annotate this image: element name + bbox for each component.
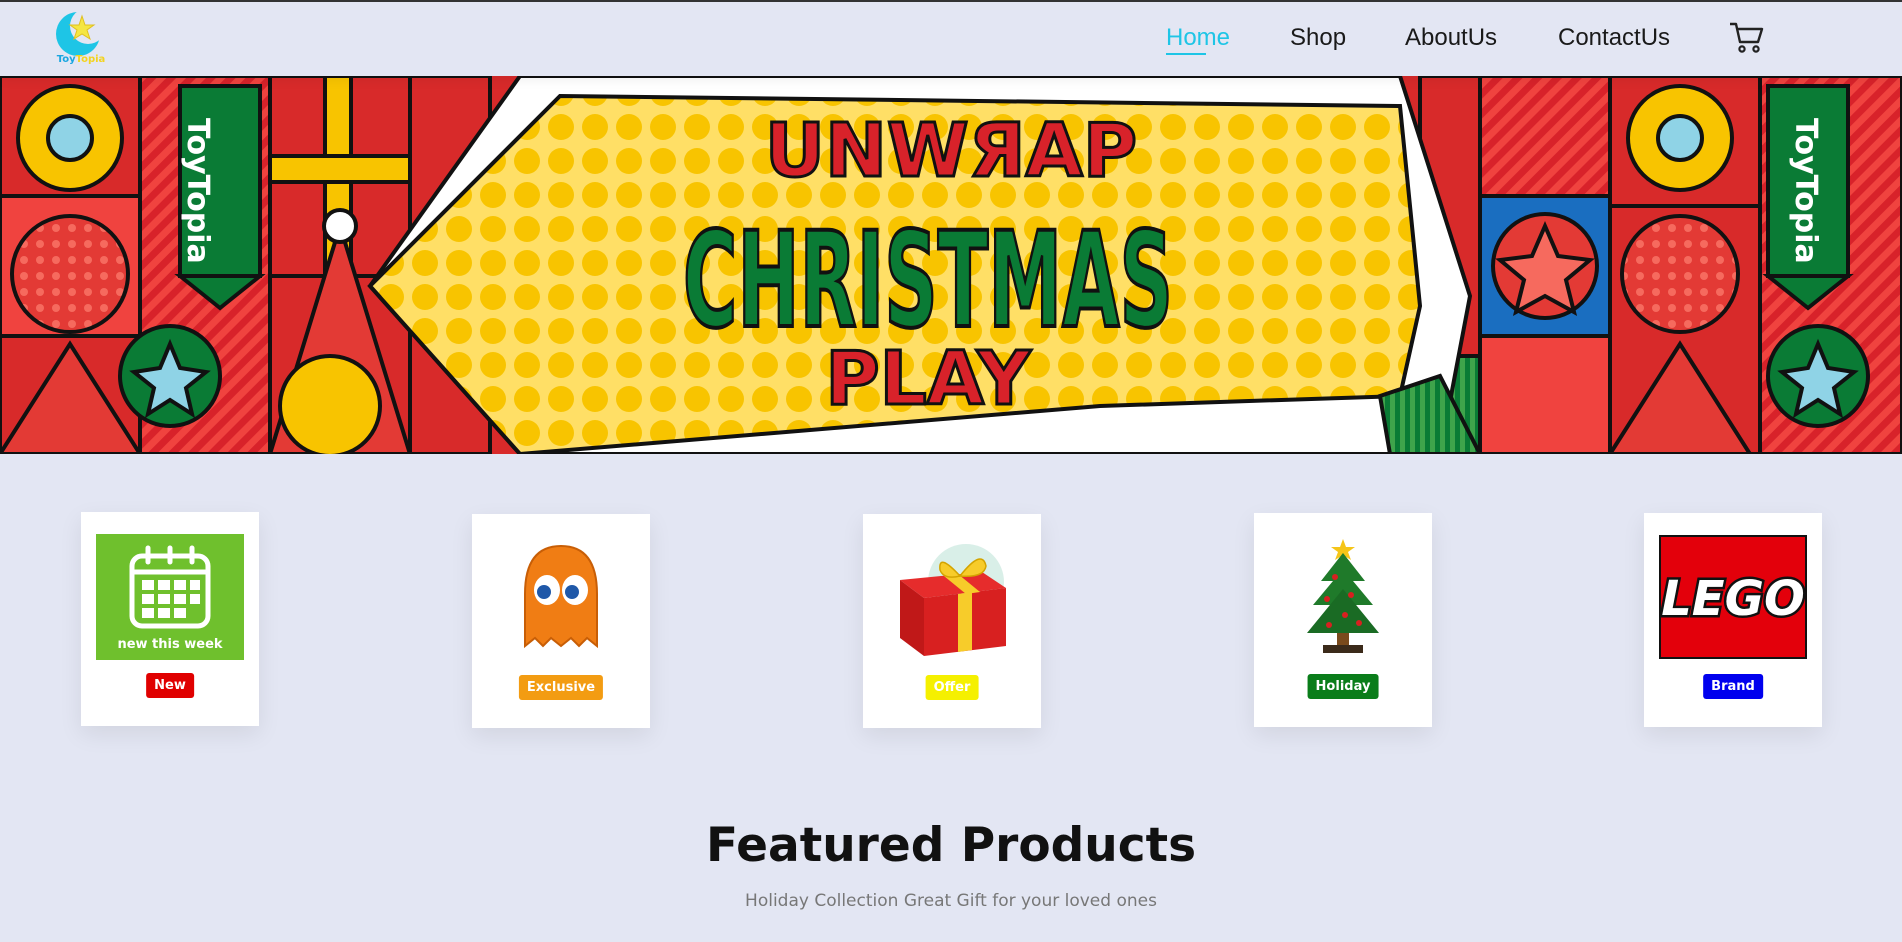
badge-brand: Brand bbox=[1703, 674, 1763, 699]
gift-box-icon bbox=[900, 544, 1006, 656]
nav-contactus[interactable]: ContactUs bbox=[1558, 24, 1670, 52]
banner-line-1: UNWЯAP bbox=[765, 108, 1137, 194]
christmas-banner[interactable]: ToyTopia ToyTopia UNWЯAP CHRISTMAS PLAY bbox=[0, 76, 1902, 454]
badge-holiday: Holiday bbox=[1307, 674, 1379, 699]
badge-new: New bbox=[146, 673, 194, 698]
moon-star-icon bbox=[56, 8, 106, 56]
badge-exclusive: Exclusive bbox=[518, 675, 604, 700]
category-card-brand[interactable]: LEGO Brand bbox=[1644, 513, 1822, 727]
christmas-tree-icon bbox=[1307, 539, 1379, 653]
shopping-cart-icon[interactable] bbox=[1728, 20, 1764, 54]
category-card-offer[interactable]: Offer bbox=[863, 514, 1041, 728]
featured-products-subtitle: Holiday Collection Great Gift for your l… bbox=[745, 891, 1157, 911]
banner-line-2: CHRISTMAS bbox=[683, 204, 1173, 358]
category-card-exclusive[interactable]: Exclusive bbox=[472, 514, 650, 728]
nav-active-underline bbox=[1166, 53, 1206, 55]
banner-right-pattern bbox=[1418, 76, 1902, 454]
nav-home[interactable]: Home bbox=[1166, 24, 1230, 52]
nav-aboutus[interactable]: AboutUs bbox=[1405, 24, 1497, 52]
orange-ghost-icon bbox=[524, 544, 598, 649]
featured-products-title: Featured Products bbox=[705, 818, 1197, 873]
nav-shop[interactable]: Shop bbox=[1290, 24, 1346, 52]
lego-wordmark: LEGO bbox=[1661, 571, 1805, 627]
category-card-new[interactable]: new this week New bbox=[81, 512, 259, 726]
logo-text: ToyTopia bbox=[56, 54, 106, 65]
new-this-week-caption: new this week bbox=[117, 637, 222, 652]
lego-logo-icon: LEGO bbox=[1659, 535, 1807, 659]
badge-offer: Offer bbox=[925, 675, 979, 700]
navbar: ToyTopia Home Shop AboutUs ContactUs bbox=[0, 0, 1902, 76]
banner-tag-left: ToyTopia bbox=[180, 118, 215, 264]
calendar-icon: new this week bbox=[96, 534, 244, 660]
banner-tag-right: ToyTopia bbox=[1788, 118, 1823, 264]
toytopia-logo[interactable]: ToyTopia bbox=[52, 8, 110, 70]
banner-line-3: PLAY bbox=[825, 336, 1032, 422]
banner-artwork: ToyTopia ToyTopia UNWЯAP CHRISTMAS PLAY bbox=[0, 76, 1902, 454]
category-card-holiday[interactable]: Holiday bbox=[1254, 513, 1432, 727]
